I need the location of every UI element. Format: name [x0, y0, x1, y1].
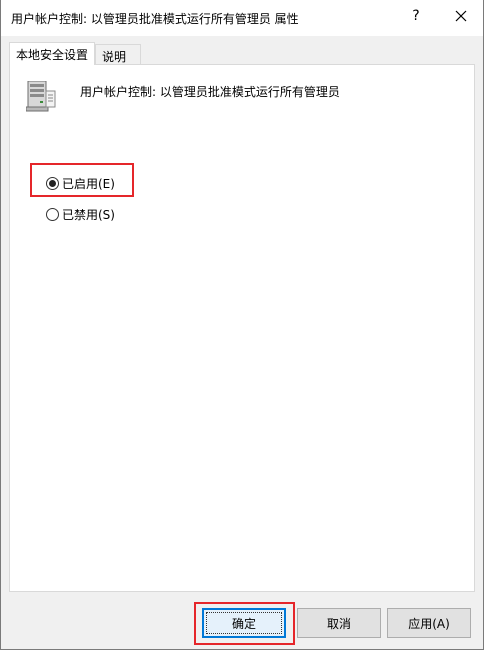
- properties-dialog: 用户帐户控制: 以管理员批准模式运行所有管理员 属性 ? 本地安全设置 说明 用…: [0, 0, 484, 650]
- cancel-label: 取消: [326, 616, 351, 631]
- close-icon: [455, 10, 467, 22]
- ok-button[interactable]: 确定: [202, 608, 286, 638]
- tab-label: 本地安全设置: [16, 48, 89, 62]
- policy-name: 用户帐户控制: 以管理员批准模式运行所有管理员: [80, 85, 340, 99]
- tab-panel: 用户帐户控制: 以管理员批准模式运行所有管理员 已启用(E) 已禁用(S): [9, 64, 475, 592]
- radio-enabled[interactable]: 已启用(E): [46, 175, 115, 192]
- radio-selected-icon[interactable]: [46, 177, 59, 190]
- help-label: ?: [412, 8, 420, 24]
- ok-label: 确定: [231, 616, 256, 631]
- radio-disabled[interactable]: 已禁用(S): [46, 206, 115, 223]
- apply-button[interactable]: 应用(A): [387, 608, 471, 638]
- tab-explain[interactable]: 说明: [95, 44, 141, 64]
- tab-local-security-setting[interactable]: 本地安全设置: [9, 42, 95, 65]
- radio-unselected-icon[interactable]: [46, 208, 59, 221]
- cancel-button[interactable]: 取消: [297, 608, 381, 638]
- title-bar: 用户帐户控制: 以管理员批准模式运行所有管理员 属性 ?: [1, 0, 483, 36]
- radio-disabled-label[interactable]: 已禁用(S): [62, 206, 115, 223]
- close-button[interactable]: [439, 0, 483, 32]
- radio-enabled-label[interactable]: 已启用(E): [62, 175, 115, 192]
- tab-label: 说明: [102, 50, 127, 64]
- window-title: 用户帐户控制: 以管理员批准模式运行所有管理员 属性: [11, 12, 299, 26]
- server-policy-icon: [26, 81, 56, 112]
- apply-label: 应用(A): [408, 616, 450, 631]
- help-button[interactable]: ?: [397, 0, 435, 32]
